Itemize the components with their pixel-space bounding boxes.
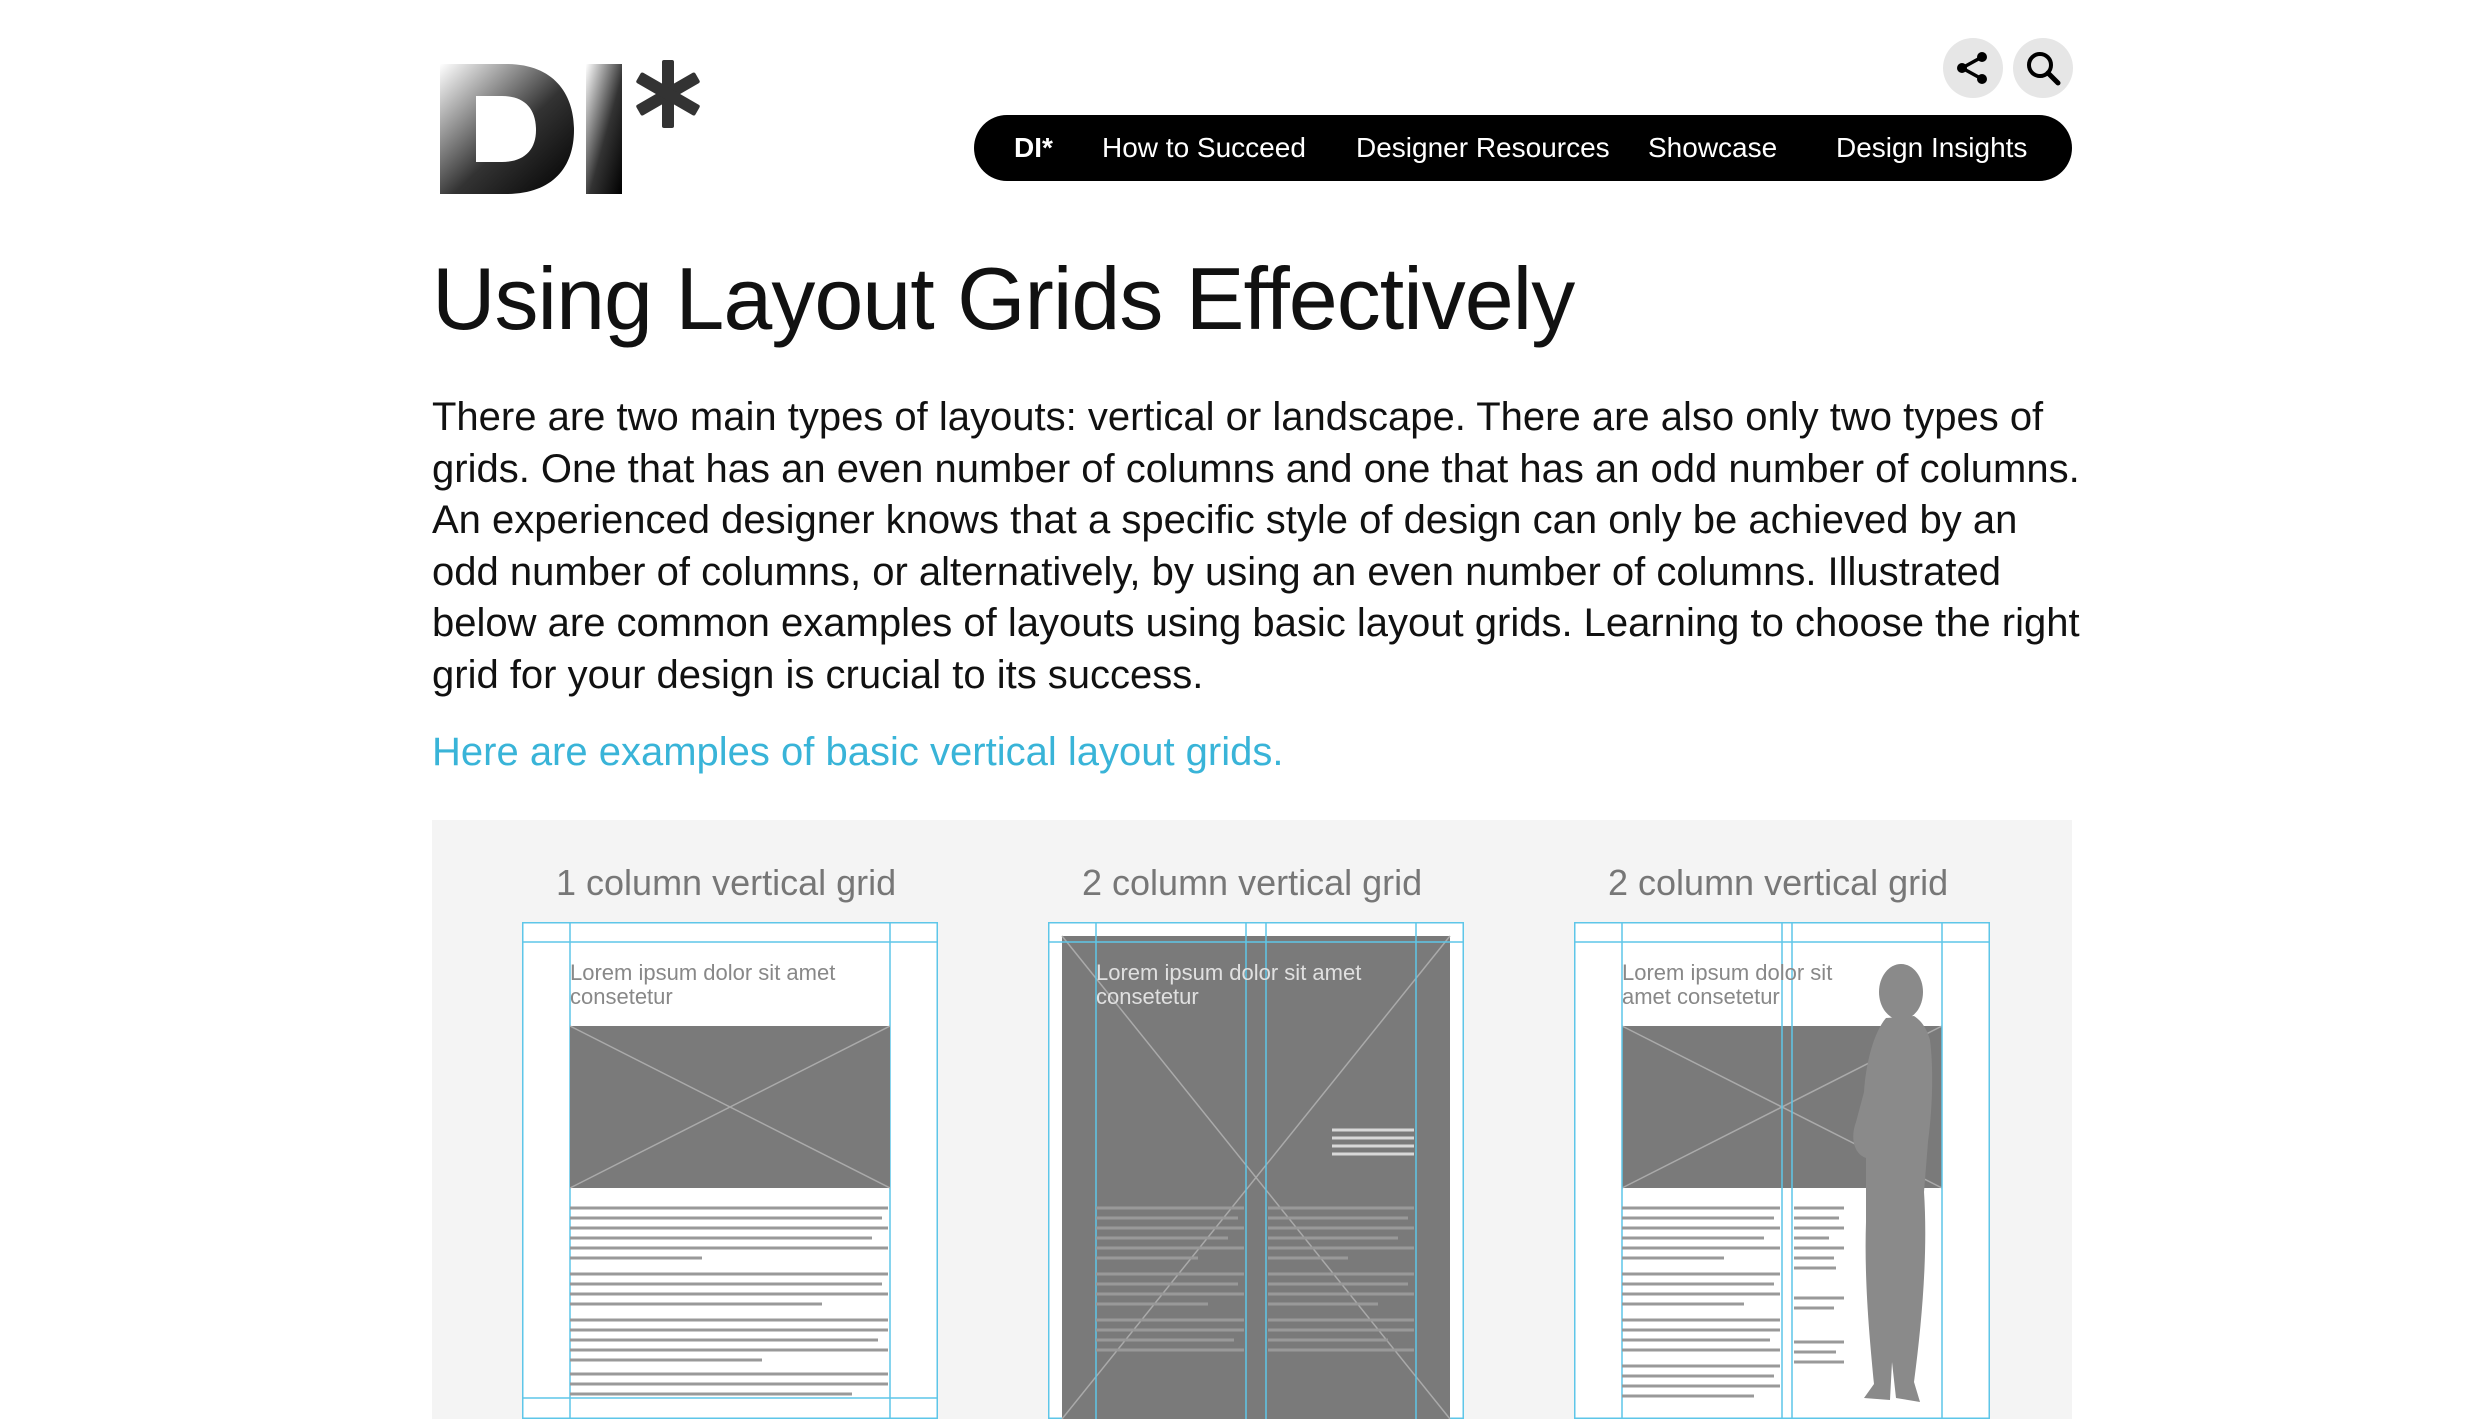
nav-item-how-to-succeed[interactable]: How to Succeed: [1102, 115, 1306, 181]
search-icon: [2027, 52, 2061, 86]
grid-example-caption: 1 column vertical grid: [556, 862, 897, 903]
grid-examples-panel: 1 column vertical grid Lorem ipsum dolor…: [432, 820, 2072, 1419]
page-title: Using Layout Grids Effectively: [432, 249, 1575, 348]
nav-item-design-insights[interactable]: Design Insights: [1836, 115, 2027, 181]
svg-text:consetetur: consetetur: [570, 984, 673, 1009]
two-column-grid-diagram: Lorem ipsum dolor sit amet consetetur: [1048, 922, 1464, 1419]
svg-text:amet consetetur: amet consetetur: [1622, 984, 1780, 1009]
diagram-headline: Lorem ipsum dolor sit amet: [570, 960, 835, 985]
main-nav: DI* How to Succeed Designer Resources Sh…: [974, 115, 2072, 181]
two-column-grid-with-figure-diagram: Lorem ipsum dolor sit amet consetetur: [1574, 922, 1990, 1419]
vertical-grids-link[interactable]: Here are examples of basic vertical layo…: [432, 730, 1283, 775]
site-logo[interactable]: [436, 58, 706, 200]
nav-item-designer-resources[interactable]: Designer Resources: [1356, 115, 1610, 181]
diagram-headline: Lorem ipsum dolor sit: [1622, 960, 1832, 985]
intro-paragraph: There are two main types of layouts: ver…: [432, 395, 2080, 697]
share-button[interactable]: [1943, 38, 2003, 98]
grid-example-caption: 2 column vertical grid: [1082, 862, 1423, 903]
diagram-headline: Lorem ipsum dolor sit amet: [1096, 960, 1361, 985]
one-column-grid-diagram: Lorem ipsum dolor sit amet consetetur: [522, 922, 938, 1419]
share-icon: [1957, 52, 1987, 84]
search-button[interactable]: [2013, 38, 2073, 98]
svg-text:consetetur: consetetur: [1096, 984, 1199, 1009]
nav-item-home[interactable]: DI*: [1014, 115, 1053, 181]
grid-example-caption: 2 column vertical grid: [1608, 862, 1949, 903]
nav-item-showcase[interactable]: Showcase: [1648, 115, 1777, 181]
